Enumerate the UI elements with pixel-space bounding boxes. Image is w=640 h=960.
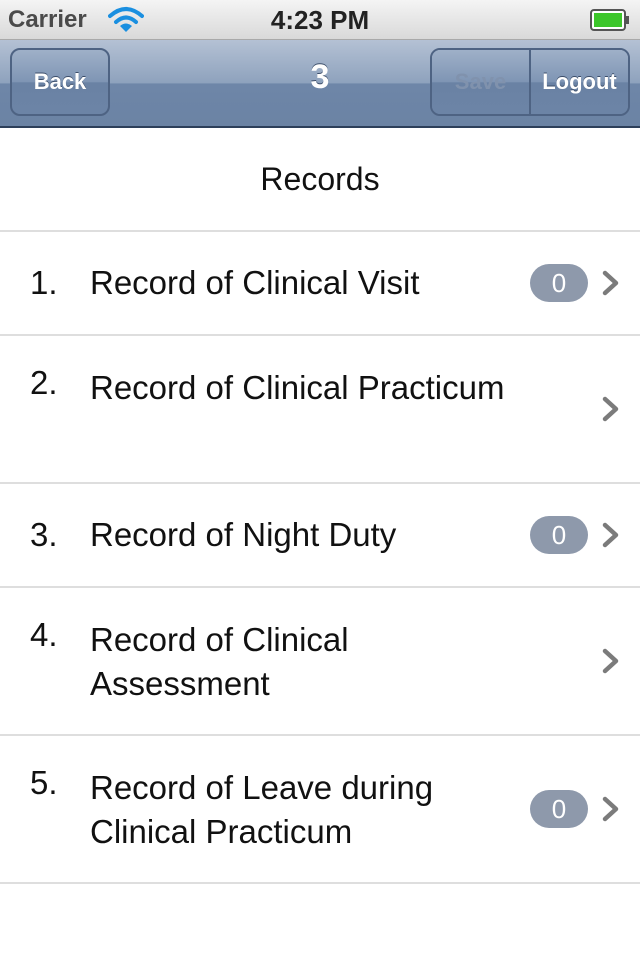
chevron-right-icon — [602, 522, 619, 548]
record-label: Record of Clinical Assessment — [90, 621, 349, 702]
record-label: Record of Clinical Visit — [90, 264, 420, 301]
chevron-right-icon — [602, 270, 619, 296]
navigation-bar: Back 3 Save Logout — [0, 40, 640, 128]
record-row-clinical-assessment[interactable]: 4. Record of Clinical Assessment — [0, 588, 640, 736]
record-label: Record of Leave during Clinical Practicu… — [90, 769, 434, 850]
nav-segment-control: Save Logout — [430, 48, 630, 116]
records-list: 1. Record of Clinical Visit 0 2. Record … — [0, 232, 640, 884]
status-bar: Carrier 4:23 PM — [0, 0, 640, 40]
save-button[interactable]: Save — [432, 50, 529, 114]
count-badge: 0 — [530, 264, 588, 302]
battery-icon — [590, 9, 629, 31]
record-row-night-duty[interactable]: 3. Record of Night Duty 0 — [0, 484, 640, 588]
back-button[interactable]: Back — [10, 48, 110, 116]
count-badge: 0 — [530, 790, 588, 828]
section-header: Records — [0, 128, 640, 232]
record-row-leave[interactable]: 5. Record of Leave during Clinical Pract… — [0, 736, 640, 884]
nav-title: 3 — [310, 58, 330, 96]
chevron-right-icon — [602, 648, 619, 674]
record-row-clinical-practicum[interactable]: 2. Record of Clinical Practicum — [0, 336, 640, 484]
chevron-right-icon — [602, 396, 619, 422]
record-label: Record of Clinical Practicum — [90, 369, 505, 406]
status-time: 4:23 PM — [270, 5, 370, 35]
count-badge: 0 — [530, 516, 588, 554]
record-number: 2. — [30, 364, 58, 401]
record-number: 5. — [30, 764, 58, 801]
chevron-right-icon — [602, 796, 619, 822]
record-number: 1. — [30, 264, 58, 301]
record-row-clinical-visit[interactable]: 1. Record of Clinical Visit 0 — [0, 232, 640, 336]
record-number: 3. — [30, 516, 58, 553]
logout-button[interactable]: Logout — [529, 50, 628, 114]
record-label: Record of Night Duty — [90, 516, 397, 553]
record-number: 4. — [30, 616, 58, 653]
